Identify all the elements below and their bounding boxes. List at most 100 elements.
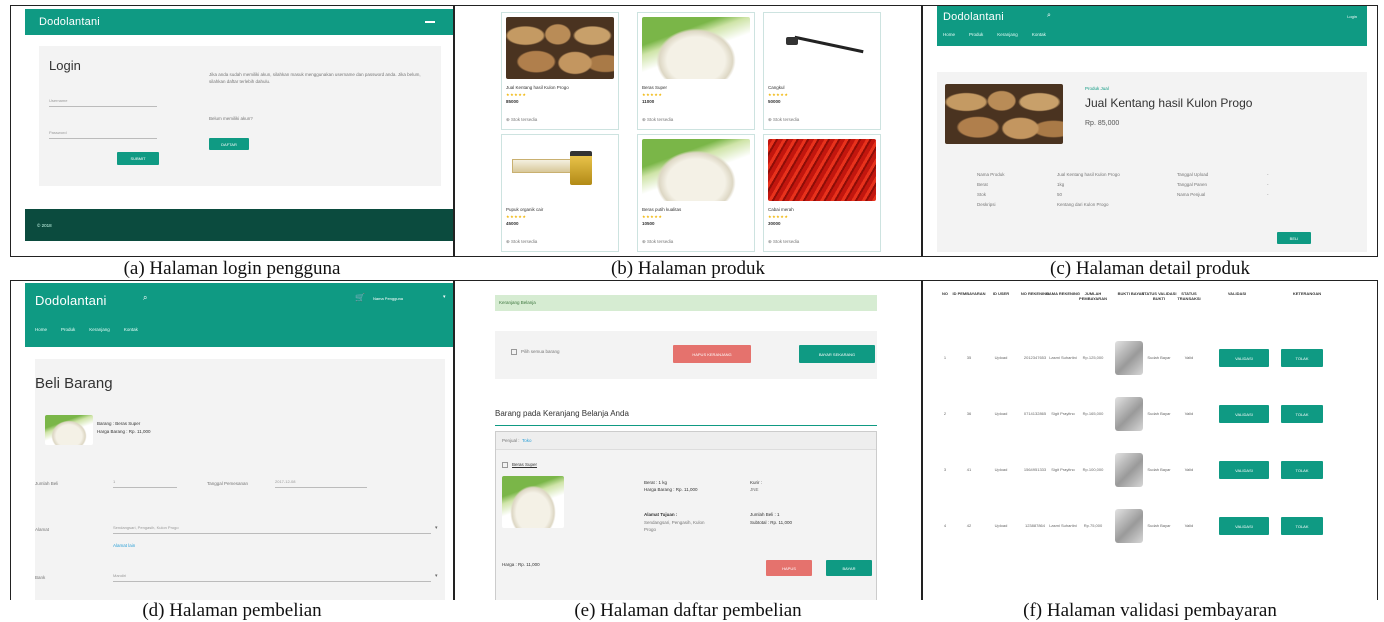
detail-label: Stok bbox=[977, 192, 987, 197]
search-icon[interactable]: ⌕ bbox=[1047, 12, 1051, 20]
tolak-button[interactable]: TOLAK bbox=[1281, 405, 1323, 423]
bukti-bayar-image[interactable] bbox=[1115, 453, 1143, 487]
detail-value: Kentang dari Kulon Progo bbox=[1057, 202, 1109, 207]
login-link[interactable]: Login bbox=[1347, 14, 1357, 19]
product-name[interactable]: Beras putih kualitas bbox=[642, 207, 681, 214]
menu-home[interactable]: Home bbox=[35, 327, 47, 334]
table-cell: 41 bbox=[966, 467, 972, 472]
tanggal-input[interactable]: 2017-12-08 bbox=[275, 479, 367, 488]
chevron-down-icon[interactable]: ▾ bbox=[443, 294, 446, 300]
register-button[interactable]: DAFTAR bbox=[209, 138, 249, 150]
menu-keranjang[interactable]: Keranjang bbox=[89, 327, 110, 334]
menu-icon[interactable] bbox=[425, 21, 435, 23]
validasi-button[interactable]: VALIDASI bbox=[1219, 405, 1269, 423]
buy-button[interactable]: BELI bbox=[1277, 232, 1311, 244]
product-card[interactable]: Cabai merah ★★★★★ 30000 ⊕ Stok tersedia bbox=[763, 134, 881, 252]
product-name[interactable]: Cangkul bbox=[768, 85, 785, 92]
panel-produk: Jual Kentang hasil Kulon Progo ★★★★★ 85000… bbox=[454, 5, 922, 257]
menu-produk[interactable]: Produk bbox=[61, 327, 75, 334]
bukti-bayar-image[interactable] bbox=[1115, 397, 1143, 431]
product-image bbox=[506, 139, 614, 201]
validasi-button[interactable]: VALIDASI bbox=[1219, 517, 1269, 535]
product-name[interactable]: Cabai merah bbox=[768, 207, 794, 214]
caption-f: (f) Halaman validasi pembayaran bbox=[922, 600, 1378, 622]
detail-value: - bbox=[1267, 192, 1269, 197]
jumlah-label: Jumlah Beli bbox=[35, 481, 59, 486]
menu-kontak[interactable]: Kontak bbox=[1032, 32, 1046, 39]
item-checkbox[interactable] bbox=[502, 462, 508, 468]
alamat-link[interactable]: Alamat lain bbox=[113, 543, 135, 550]
menu-keranjang[interactable]: Keranjang bbox=[997, 32, 1018, 39]
table-cell: Valid bbox=[1184, 355, 1194, 360]
item-name[interactable]: Beras Super bbox=[512, 462, 537, 469]
product-card[interactable]: Pupuk organik cair ★★★★★ 45000 ⊕ Stok terse… bbox=[501, 134, 619, 252]
product-name[interactable]: Jual Kentang hasil Kulon Progo bbox=[506, 85, 569, 92]
product-name[interactable]: Beras Super bbox=[642, 85, 667, 92]
chevron-down-icon[interactable]: ▾ bbox=[435, 525, 438, 531]
product-image bbox=[768, 17, 876, 79]
product-card[interactable]: Beras Super ★★★★★ 11000 ⊕ Stok tersedia bbox=[637, 12, 755, 130]
product-title: Jual Kentang hasil Kulon Progo bbox=[1085, 96, 1253, 110]
alamat-select[interactable]: Sendangsari, Pengasih, Kulon Progo bbox=[113, 525, 431, 534]
alamat-label: Alamat bbox=[35, 527, 50, 532]
bayar-button[interactable]: BAYAR bbox=[826, 560, 872, 576]
product-card[interactable]: Cangkul ★★★★★ 50000 ⊕ Stok tersedia bbox=[763, 12, 881, 130]
detail-value: - bbox=[1267, 172, 1269, 177]
item-image bbox=[502, 476, 564, 528]
product-stock: ⊕ Stok tersedia bbox=[768, 239, 800, 244]
brand-logo[interactable]: Dodolantani bbox=[35, 293, 107, 308]
bank-select[interactable]: Mandiri bbox=[113, 573, 431, 582]
brand-logo[interactable]: Dodolantani bbox=[39, 16, 100, 28]
detail-row: Berat 1kg Tanggal Panen - bbox=[977, 182, 1327, 192]
total-harga: Harga : Rp. 11,000 bbox=[502, 562, 540, 567]
cart-icon[interactable]: 🛒 bbox=[355, 293, 365, 302]
detail-navbar: Dodolantani ⌕ Login Home Produk Keranjan… bbox=[937, 6, 1367, 46]
tolak-button[interactable]: TOLAK bbox=[1281, 349, 1323, 367]
kurir-value: JNE bbox=[750, 487, 759, 492]
chevron-down-icon[interactable]: ▾ bbox=[435, 573, 438, 579]
product-price: Rp. 85,000 bbox=[1085, 120, 1120, 127]
validasi-button[interactable]: VALIDASI bbox=[1219, 461, 1269, 479]
table-cell: Rp.125,000 bbox=[1082, 355, 1104, 360]
bukti-bayar-image[interactable] bbox=[1115, 509, 1143, 543]
product-card[interactable]: Jual Kentang hasil Kulon Progo ★★★★★ 85000… bbox=[501, 12, 619, 130]
submit-button[interactable]: SUBMIT bbox=[117, 152, 159, 165]
brand-logo[interactable]: Dodolantani bbox=[943, 11, 1004, 23]
table-cell: Upload bbox=[994, 523, 1008, 528]
menu-kontak[interactable]: Kontak bbox=[124, 327, 138, 334]
username-input[interactable]: Username bbox=[49, 98, 157, 107]
login-title: Login bbox=[49, 58, 81, 73]
panel-pembelian: Dodolantani ⌕ 🛒 Nama Pengguna ▾ Home Pro… bbox=[10, 280, 454, 622]
select-all-checkbox[interactable] bbox=[511, 349, 517, 355]
product-name[interactable]: Pupuk organik cair bbox=[506, 207, 543, 214]
user-name[interactable]: Nama Pengguna bbox=[373, 296, 403, 301]
pembelian-navbar: Dodolantani ⌕ 🛒 Nama Pengguna ▾ Home Pro… bbox=[25, 283, 453, 347]
product-image bbox=[642, 139, 750, 201]
bayar-sekarang-button[interactable]: BAYAR SEKARANG bbox=[799, 345, 875, 363]
bukti-bayar-image[interactable] bbox=[1115, 341, 1143, 375]
tolak-button[interactable]: TOLAK bbox=[1281, 517, 1323, 535]
hapus-button[interactable]: HAPUS bbox=[766, 560, 812, 576]
item-price: Harga Barang : Rp. 11,000 bbox=[97, 429, 151, 434]
menu-produk[interactable]: Produk bbox=[969, 32, 983, 39]
product-stock: ⊕ Stok tersedia bbox=[768, 117, 800, 122]
seller-name[interactable]: Toko bbox=[522, 438, 532, 445]
detail-label: Deskripsi bbox=[977, 202, 996, 207]
caption-c: (c) Halaman detail produk bbox=[1050, 258, 1250, 279]
search-icon[interactable]: ⌕ bbox=[143, 293, 147, 303]
password-input[interactable]: Password bbox=[49, 130, 157, 139]
validasi-button[interactable]: VALIDASI bbox=[1219, 349, 1269, 367]
detail-label: Berat bbox=[977, 182, 988, 187]
login-card: Login Username Password SUBMIT Jika anda… bbox=[39, 46, 441, 186]
detail-menu: Home Produk Keranjang Kontak bbox=[943, 32, 1046, 39]
table-header: KETERANGAN bbox=[1292, 291, 1322, 296]
seller-header: Penjual : Toko bbox=[496, 432, 876, 450]
product-card[interactable]: Beras putih kualitas ★★★★★ 10500 ⊕ Stok ter… bbox=[637, 134, 755, 252]
table-cell: 36 bbox=[966, 411, 972, 416]
table-cell: Valid bbox=[1184, 523, 1194, 528]
menu-home[interactable]: Home bbox=[943, 32, 955, 39]
tolak-button[interactable]: TOLAK bbox=[1281, 461, 1323, 479]
jumlah-input[interactable]: 1 bbox=[113, 479, 177, 488]
kurir-label: Kurir : bbox=[750, 480, 763, 485]
hapus-keranjang-button[interactable]: HAPUS KERANJANG bbox=[673, 345, 751, 363]
